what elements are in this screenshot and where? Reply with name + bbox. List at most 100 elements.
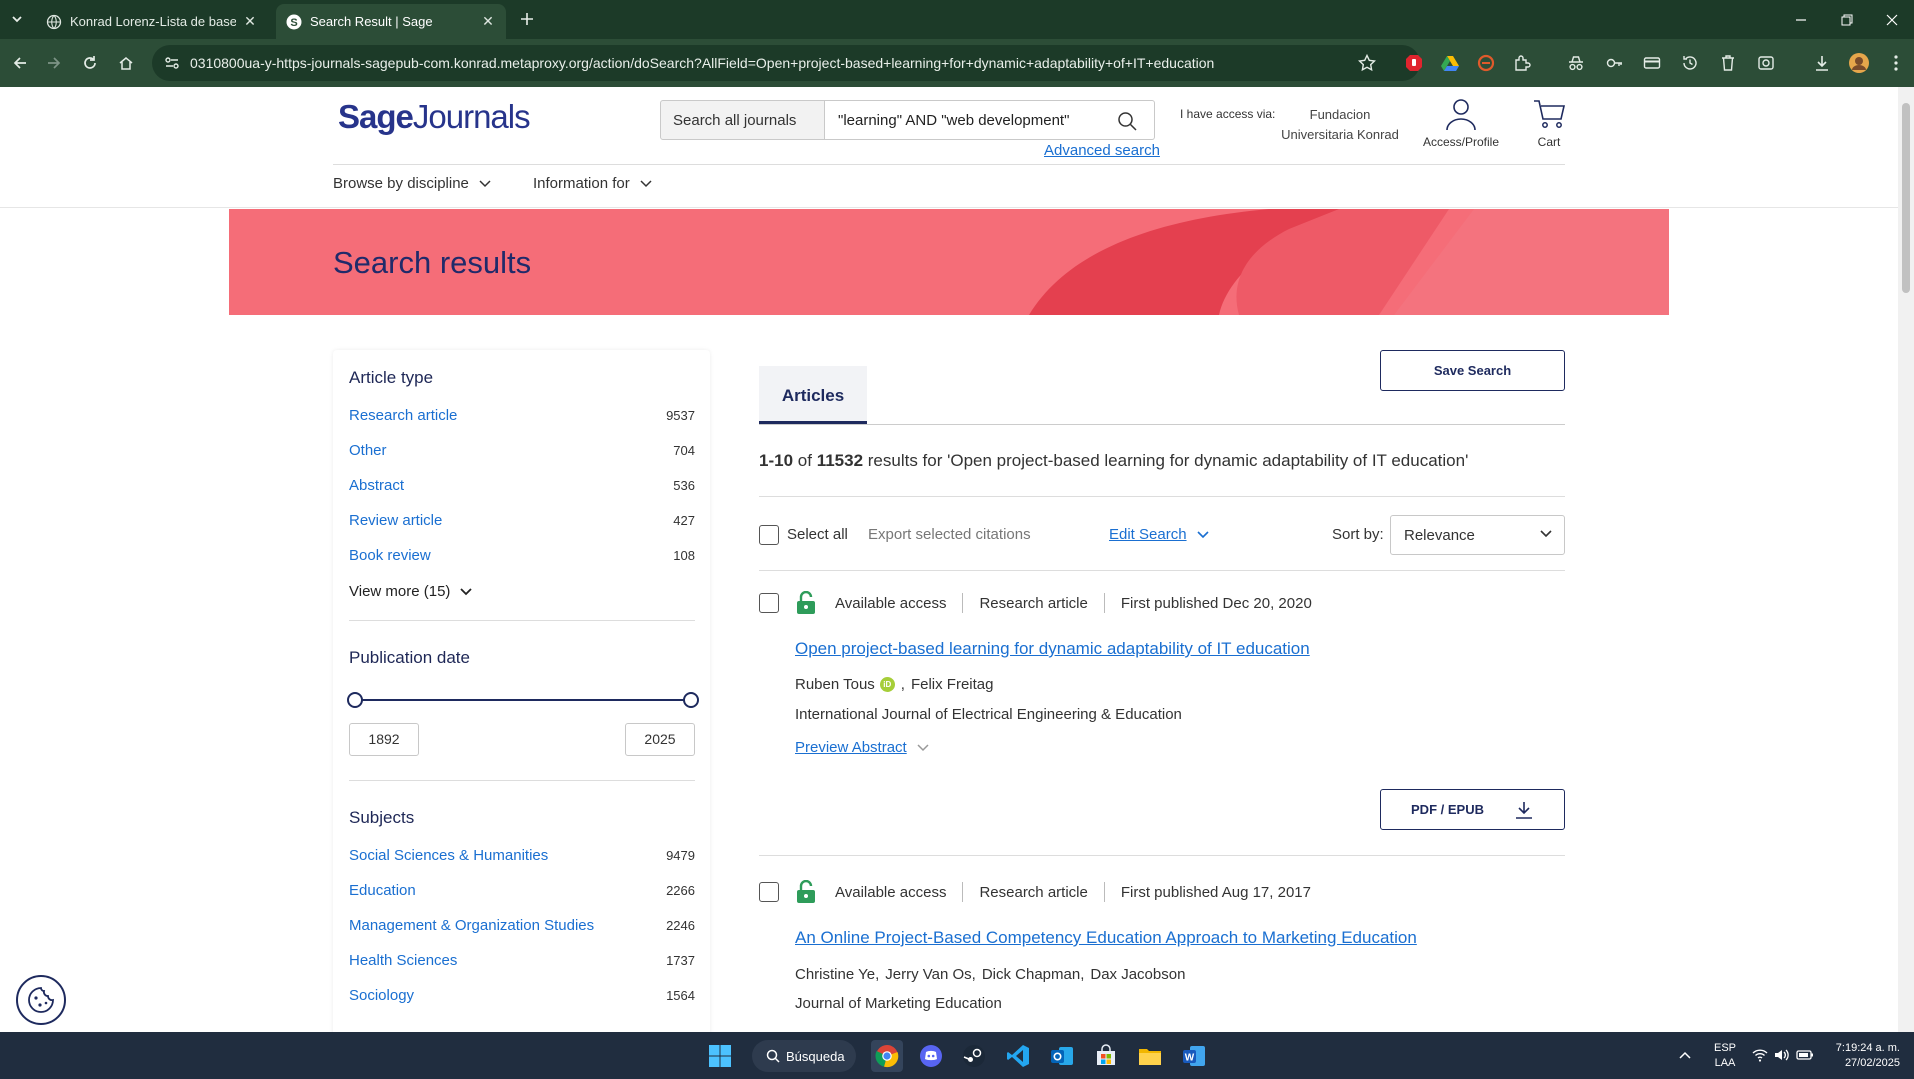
profile-avatar[interactable] bbox=[1847, 51, 1871, 75]
discord-taskbar-icon[interactable] bbox=[915, 1040, 947, 1072]
extension-drive-icon[interactable] bbox=[1438, 51, 1462, 75]
view-more-article-types[interactable]: View more (15) bbox=[349, 583, 473, 600]
incognito-icon[interactable] bbox=[1564, 51, 1588, 75]
filter-sociology[interactable]: Sociology 1564 bbox=[349, 985, 695, 1005]
filter-management[interactable]: Management & Organization Studies 2246 bbox=[349, 915, 695, 935]
taskbar-search[interactable]: Búsqueda bbox=[752, 1040, 856, 1072]
sort-value: Relevance bbox=[1404, 527, 1475, 544]
outlook-taskbar-icon[interactable] bbox=[1046, 1040, 1078, 1072]
close-tab-icon[interactable]: ✕ bbox=[480, 13, 496, 30]
journal-name[interactable]: Journal of Marketing Education bbox=[795, 995, 1002, 1012]
filter-other[interactable]: Other 704 bbox=[349, 440, 695, 460]
screenshot-lens-icon[interactable] bbox=[1754, 51, 1778, 75]
tab-konrad[interactable]: Konrad Lorenz-Lista de bases: S ✕ bbox=[36, 4, 268, 39]
author-link[interactable]: Dick Chapman bbox=[982, 966, 1080, 983]
wifi-icon[interactable] bbox=[1752, 1048, 1768, 1062]
reload-icon[interactable] bbox=[78, 51, 102, 75]
access-profile-button[interactable]: Access/Profile bbox=[1418, 97, 1504, 149]
filter-social-sciences[interactable]: Social Sciences & Humanities 9479 bbox=[349, 845, 695, 865]
battery-icon[interactable] bbox=[1796, 1048, 1814, 1062]
bookmark-star-icon[interactable] bbox=[1358, 54, 1376, 72]
author-link[interactable]: Jerry Van Os bbox=[885, 966, 971, 983]
delete-icon[interactable] bbox=[1716, 51, 1740, 75]
browser-tab-strip: Konrad Lorenz-Lista de bases: S ✕ S Sear… bbox=[0, 0, 1914, 39]
steam-taskbar-icon[interactable] bbox=[958, 1040, 990, 1072]
author-link[interactable]: Christine Ye bbox=[795, 966, 875, 983]
select-all-checkbox[interactable] bbox=[759, 525, 779, 545]
language-indicator[interactable]: ESP LAA bbox=[1710, 1041, 1740, 1071]
filter-book-review[interactable]: Book review 108 bbox=[349, 545, 695, 565]
extension-adblock-icon[interactable] bbox=[1402, 51, 1426, 75]
chrome-taskbar-icon[interactable] bbox=[871, 1040, 903, 1072]
sort-select[interactable]: Relevance bbox=[1390, 515, 1565, 555]
history-icon[interactable] bbox=[1678, 51, 1702, 75]
download-icon bbox=[1515, 801, 1532, 819]
export-citations-link[interactable]: Export selected citations bbox=[868, 526, 1031, 543]
result-checkbox[interactable] bbox=[759, 882, 779, 902]
orcid-icon[interactable]: iD bbox=[879, 677, 895, 692]
address-bar[interactable]: 0310800ua-y-https-journals-sagepub-com.k… bbox=[152, 45, 1420, 81]
search-icon[interactable] bbox=[1117, 111, 1137, 131]
extensions-puzzle-icon[interactable] bbox=[1510, 51, 1534, 75]
save-search-button[interactable]: Save Search bbox=[1380, 350, 1565, 391]
result-authors: Christine Ye, Jerry Van Os, Dick Chapman… bbox=[795, 966, 1186, 983]
sage-journals-logo[interactable]: SageJournals bbox=[338, 98, 531, 136]
cookie-settings-button[interactable] bbox=[16, 975, 66, 1025]
new-tab-button[interactable] bbox=[514, 6, 540, 32]
site-info-icon[interactable] bbox=[164, 55, 180, 71]
journal-name[interactable]: International Journal of Electrical Engi… bbox=[795, 706, 1182, 723]
author-link[interactable]: Ruben Tous bbox=[795, 676, 875, 693]
filter-health-sciences[interactable]: Health Sciences 1737 bbox=[349, 950, 695, 970]
vscode-taskbar-icon[interactable] bbox=[1002, 1040, 1034, 1072]
pdf-epub-button[interactable]: PDF / EPUB bbox=[1380, 789, 1565, 830]
volume-icon[interactable] bbox=[1774, 1048, 1790, 1062]
author-link[interactable]: Dax Jacobson bbox=[1090, 966, 1185, 983]
show-hidden-icons[interactable] bbox=[1678, 1048, 1692, 1062]
tab-articles[interactable]: Articles bbox=[759, 366, 867, 424]
close-tab-icon[interactable]: ✕ bbox=[242, 13, 258, 30]
filter-education[interactable]: Education 2266 bbox=[349, 880, 695, 900]
divider bbox=[349, 780, 695, 781]
logo-sage: Sage bbox=[338, 98, 414, 135]
result-title-link[interactable]: Open project-based learning for dynamic … bbox=[795, 639, 1310, 659]
payment-card-icon[interactable] bbox=[1640, 51, 1664, 75]
author-link[interactable]: Felix Freitag bbox=[911, 676, 994, 693]
result-checkbox[interactable] bbox=[759, 593, 779, 613]
filter-research-article[interactable]: Research article 9537 bbox=[349, 405, 695, 425]
system-clock[interactable]: 7:19:24 a. m. 27/02/2025 bbox=[1820, 1041, 1900, 1071]
result-title-link[interactable]: An Online Project-Based Competency Educa… bbox=[795, 928, 1417, 948]
word-taskbar-icon[interactable]: W bbox=[1178, 1040, 1210, 1072]
browser-menu-icon[interactable] bbox=[1884, 51, 1908, 75]
minimize-icon[interactable] bbox=[1778, 0, 1824, 39]
advanced-search-link[interactable]: Advanced search bbox=[1044, 142, 1160, 159]
back-icon[interactable] bbox=[8, 51, 32, 75]
page-scrollbar[interactable] bbox=[1898, 87, 1914, 1032]
filter-review-article[interactable]: Review article 427 bbox=[349, 510, 695, 530]
filter-abstract[interactable]: Abstract 536 bbox=[349, 475, 695, 495]
date-to-input[interactable]: 2025 bbox=[625, 723, 695, 756]
tab-sage[interactable]: S Search Result | Sage ✕ bbox=[276, 4, 506, 39]
filter-label: Other bbox=[349, 441, 387, 459]
date-range-slider[interactable] bbox=[347, 690, 699, 710]
pdf-epub-label: PDF / EPUB bbox=[1411, 802, 1484, 817]
browse-by-discipline-menu[interactable]: Browse by discipline bbox=[333, 175, 491, 192]
forward-icon[interactable] bbox=[42, 51, 66, 75]
close-window-icon[interactable] bbox=[1870, 0, 1914, 39]
date-from-input[interactable]: 1892 bbox=[349, 723, 419, 756]
password-key-icon[interactable] bbox=[1602, 51, 1626, 75]
search-input[interactable]: "learning" AND "web development" bbox=[825, 100, 1155, 140]
tab-search-button[interactable] bbox=[4, 6, 30, 32]
scrollbar-thumb[interactable] bbox=[1902, 103, 1910, 293]
search-scope-select[interactable]: Search all journals bbox=[660, 100, 825, 140]
information-for-menu[interactable]: Information for bbox=[533, 175, 652, 192]
preview-abstract-toggle[interactable]: Preview Abstract bbox=[795, 739, 929, 756]
file-explorer-taskbar-icon[interactable] bbox=[1134, 1040, 1166, 1072]
windows-start-icon[interactable] bbox=[704, 1040, 736, 1072]
edit-search-toggle[interactable]: Edit Search bbox=[1109, 526, 1209, 543]
store-taskbar-icon[interactable] bbox=[1090, 1040, 1122, 1072]
cart-button[interactable]: Cart bbox=[1530, 97, 1568, 149]
restore-icon[interactable] bbox=[1824, 0, 1870, 39]
extension-mendeley-icon[interactable] bbox=[1474, 51, 1498, 75]
download-icon[interactable] bbox=[1810, 51, 1834, 75]
home-icon[interactable] bbox=[114, 51, 138, 75]
